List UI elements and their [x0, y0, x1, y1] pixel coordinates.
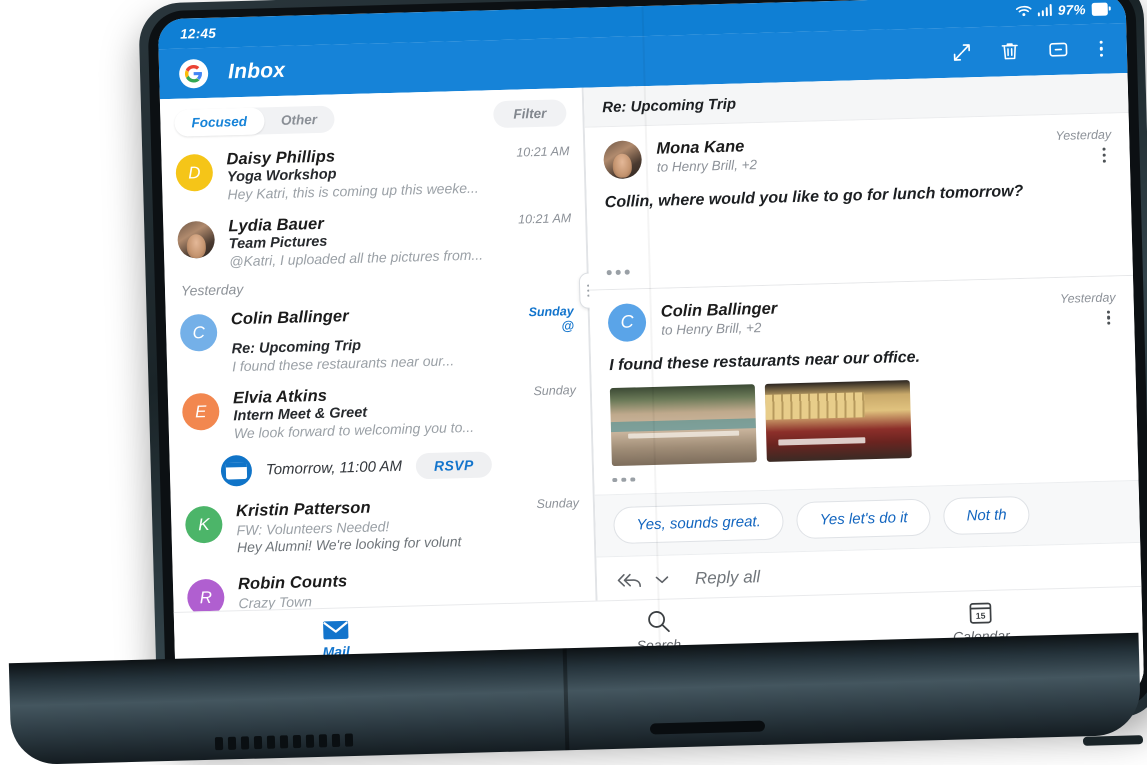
signal-bars-icon: [1037, 4, 1053, 17]
quick-reply-2[interactable]: Yes let's do it: [796, 498, 932, 540]
message-date: Yesterday: [1055, 127, 1112, 143]
avatar: C: [607, 302, 647, 342]
avatar: E: [181, 392, 220, 431]
restaurant-image-1[interactable]: [609, 383, 757, 466]
archive-icon[interactable]: [1046, 38, 1070, 62]
quick-reply-1[interactable]: Yes, sounds great.: [613, 502, 785, 545]
list-item[interactable]: E Elvia Atkins Sunday Intern Meet & Gree…: [168, 373, 592, 451]
message-mona-kane[interactable]: Mona Kane to Henry Brill, +2 Yesterday C…: [584, 112, 1133, 288]
message-more-options-icon[interactable]: [1096, 145, 1112, 164]
reply-all-label: Reply all: [694, 567, 761, 589]
message-date: Yesterday: [1059, 289, 1116, 306]
search-icon: [647, 611, 670, 633]
attachment-images: [609, 374, 1120, 466]
list-item[interactable]: Lydia Bauer 10:21 AM Team Pictures @Katr…: [163, 201, 587, 279]
timestamp: Sunday @: [520, 304, 574, 333]
restaurant-image-2[interactable]: [764, 379, 912, 462]
message-colin-ballinger[interactable]: C Colin Ballinger to Henry Brill, +2 Yes…: [589, 275, 1139, 495]
avatar: C: [179, 313, 218, 352]
expand-message-icon[interactable]: [606, 245, 1114, 281]
svg-text:15: 15: [976, 611, 986, 621]
more-options-icon[interactable]: [1095, 36, 1107, 60]
calendar-icon: 15: [969, 602, 992, 624]
sender-name: Colin Ballinger: [230, 307, 349, 329]
mail-list: D Daisy Phillips 10:21 AM Yoga Workshop …: [161, 134, 596, 625]
avatar: [603, 140, 643, 180]
phone-screen: 12:45 97% Inbox Focused Other Filter D D…: [157, 0, 1145, 721]
status-time: 12:45: [179, 25, 217, 42]
mention-icon: @: [561, 318, 575, 334]
quick-reply-3[interactable]: Not th: [943, 495, 1031, 536]
sender-name: Kristin Patterson: [235, 498, 371, 521]
tab-focused[interactable]: Focused: [174, 106, 265, 137]
expand-icon[interactable]: [950, 41, 973, 64]
delete-icon[interactable]: [998, 40, 1021, 63]
google-logo[interactable]: [178, 58, 209, 89]
mail-icon: [322, 620, 349, 640]
timestamp: 10:21 AM: [516, 144, 570, 160]
avatar: [177, 220, 216, 259]
reply-all-icon[interactable]: [615, 570, 646, 591]
list-item[interactable]: C Colin Ballinger Sunday @ Re: Upcoming …: [165, 294, 589, 384]
rsvp-when: Tomorrow, 11:00 AM: [265, 457, 403, 479]
battery-percent: 97%: [1057, 1, 1086, 18]
rsvp-button[interactable]: RSVP: [415, 450, 493, 479]
focus-tabs: Focused Other: [174, 104, 335, 137]
timestamp: Sunday: [536, 496, 580, 512]
timestamp: Sunday: [533, 383, 577, 399]
device-frame: 12:45 97% Inbox Focused Other Filter D D…: [0, 0, 1147, 765]
avatar: D: [175, 153, 214, 192]
timestamp: 10:21 AM: [517, 211, 572, 227]
filter-button[interactable]: Filter: [492, 98, 567, 128]
chevron-down-icon[interactable]: [655, 575, 669, 585]
tab-other[interactable]: Other: [264, 105, 335, 134]
message-more-options-icon[interactable]: [1101, 308, 1117, 327]
wifi-icon: [1015, 5, 1032, 17]
page-title: Inbox: [227, 58, 286, 84]
sender-name: Robin Counts: [237, 572, 348, 594]
timestamp-text: Sunday: [528, 304, 574, 320]
status-indicators: 97%: [1015, 1, 1108, 18]
list-item[interactable]: D Daisy Phillips 10:21 AM Yoga Workshop …: [161, 134, 585, 212]
message-body: Collin, where would you like to go for l…: [604, 182, 1024, 212]
list-item[interactable]: K Kristin Patterson Sunday FW: Volunteer…: [170, 479, 594, 565]
message-body: I found these restaurants near our offic…: [608, 348, 921, 374]
side-button: [1082, 735, 1144, 746]
sender-name: Elvia Atkins: [232, 386, 328, 408]
sender-name: Lydia Bauer: [228, 214, 325, 236]
calendar-event-icon: [220, 454, 253, 487]
battery-icon: [1091, 2, 1108, 16]
avatar: K: [184, 505, 223, 544]
